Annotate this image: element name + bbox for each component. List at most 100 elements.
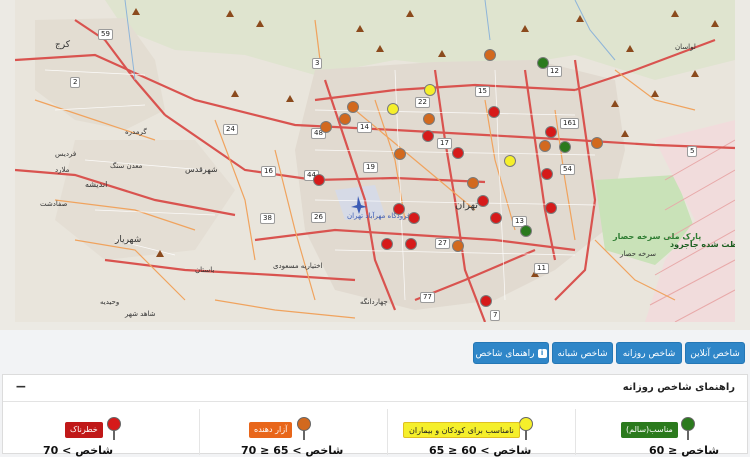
route-shield: 7 [490,310,501,321]
legend-item-annoying: آزار دهنده 70 ≥ شاخص > 65 [201,409,387,457]
station-marker[interactable] [545,126,557,138]
station-marker[interactable] [467,177,479,189]
station-marker[interactable] [537,57,549,69]
station-marker[interactable] [393,203,405,215]
panel-title: راهنمای شاخص روزانه [622,382,735,393]
city-label-safadasht: صفادشت [40,200,68,208]
station-marker[interactable] [320,121,332,133]
marker-pin-icon [107,417,121,440]
route-shield: 17 [437,138,452,149]
daily-index-guide-panel: راهنمای شاخص روزانه − مناسب(سالم) 60 ≥ ش… [2,374,748,457]
station-marker[interactable] [477,195,489,207]
collapse-button[interactable]: − [15,379,27,395]
index-tabs: شاخص آنلاین شاخص روزانه شاخص شبانه راهنم… [0,336,750,368]
legend-range: 70 ≥ شاخص > 65 [241,444,344,457]
route-shield: 12 [547,66,562,77]
marker-pin-icon [681,417,695,440]
station-marker[interactable] [591,137,603,149]
station-marker[interactable] [381,238,393,250]
station-marker[interactable] [452,240,464,252]
route-shield: 26 [311,212,326,223]
station-marker[interactable] [424,84,436,96]
info-icon: i [537,349,547,358]
tab-label: راهنمای شاخص [475,349,535,359]
station-marker[interactable] [490,212,502,224]
station-marker[interactable] [539,140,551,152]
city-label-bastan: باستان [195,266,215,274]
air-quality-map[interactable]: کرج تهران شهریار اندیشه شهرقدس ملارد فرد… [15,0,735,322]
route-shield: 2 [70,77,81,88]
station-marker[interactable] [484,49,496,61]
city-label-tehran: تهران [455,200,479,211]
route-shield: 14 [357,122,372,133]
station-marker[interactable] [541,168,553,180]
marker-pin-icon [519,417,533,440]
station-marker[interactable] [452,147,464,159]
map-frame: کرج تهران شهریار اندیشه شهرقدس ملارد فرد… [0,0,750,331]
station-marker[interactable] [408,212,420,224]
divider [199,409,200,455]
marker-pin-icon [297,417,311,440]
station-marker[interactable] [520,225,532,237]
station-marker[interactable] [504,155,516,167]
legend-label: خطرناک [65,422,103,438]
route-shield: 77 [420,292,435,303]
route-shield: 5 [687,146,698,157]
city-label-shahreqods: شهرقدس [185,165,218,174]
station-marker[interactable] [394,148,406,160]
station-marker[interactable] [405,238,417,250]
route-shield: 24 [223,124,238,135]
city-label-shahriar: شهریار [115,235,142,245]
route-shield: 59 [98,29,113,40]
station-marker[interactable] [423,113,435,125]
panel-header: راهنمای شاخص روزانه − [3,375,747,402]
legend-label: مناسب(سالم) [621,422,678,438]
station-marker[interactable] [339,113,351,125]
station-marker[interactable] [545,202,557,214]
station-marker[interactable] [347,101,359,113]
route-shield: 38 [260,213,275,224]
route-shield: 15 [475,86,490,97]
tab-label: شاخص شبانه [557,349,608,359]
tab-online-index[interactable]: شاخص آنلاین [685,342,745,364]
city-label-chahardangeh: چهاردانگه [360,298,388,306]
legend-label: آزار دهنده [249,422,293,438]
route-shield: 22 [415,97,430,108]
city-label-ekhtiarieh: اختیاریه مسعودی [273,262,323,270]
city-label-shahedshahr: شاهد شهر [125,310,156,318]
station-marker[interactable] [488,106,500,118]
station-marker[interactable] [422,130,434,142]
tab-daily-index[interactable]: شاخص روزانه [616,342,682,364]
place-label-madan: معدن سنگ [110,162,143,170]
legend-item-sensitive: نامناسب برای کودکان و بیماران 65 ≥ شاخص … [389,409,575,457]
station-marker[interactable] [313,174,325,186]
tab-index-guide[interactable]: راهنمای شاخص i [473,342,549,364]
station-marker[interactable] [559,141,571,153]
protected-area-label: منطقه حفاظت شده جاجرود [670,240,735,249]
divider [387,409,388,455]
legend-range: 70 < شاخص [43,444,114,457]
legend-label: نامناسب برای کودکان و بیماران [403,422,520,438]
tab-label: شاخص آنلاین [690,349,740,359]
city-label-garmdareh: گرمدره [125,128,147,136]
legend-range: 60 ≥ شاخص [649,444,720,457]
station-marker[interactable] [480,295,492,307]
tab-night-index[interactable]: شاخص شبانه [552,342,613,364]
route-shield: 54 [560,164,575,175]
city-label-vahidieh: وحیدیه [100,298,120,306]
route-shield: 11 [534,263,549,274]
legend-item-healthy: مناسب(سالم) 60 ≥ شاخص [577,409,747,457]
route-shield: 16 [261,166,276,177]
city-label-lavasan: لواسان [675,43,696,51]
city-label-andisheh: اندیشه [85,180,108,189]
city-label-karaj: کرج [55,40,71,50]
tab-label: شاخص روزانه [622,349,676,359]
route-shield: 19 [363,162,378,173]
route-shield: 3 [312,58,323,69]
station-marker[interactable] [387,103,399,115]
route-shield: 27 [435,238,450,249]
legend-item-dangerous: خطرناک 70 < شاخص [7,409,197,457]
city-label-fardis: فردیس [55,150,77,158]
city-label-malard: ملارد [55,166,70,174]
city-label-sorkhehesar: سرخه حصار [620,250,656,258]
